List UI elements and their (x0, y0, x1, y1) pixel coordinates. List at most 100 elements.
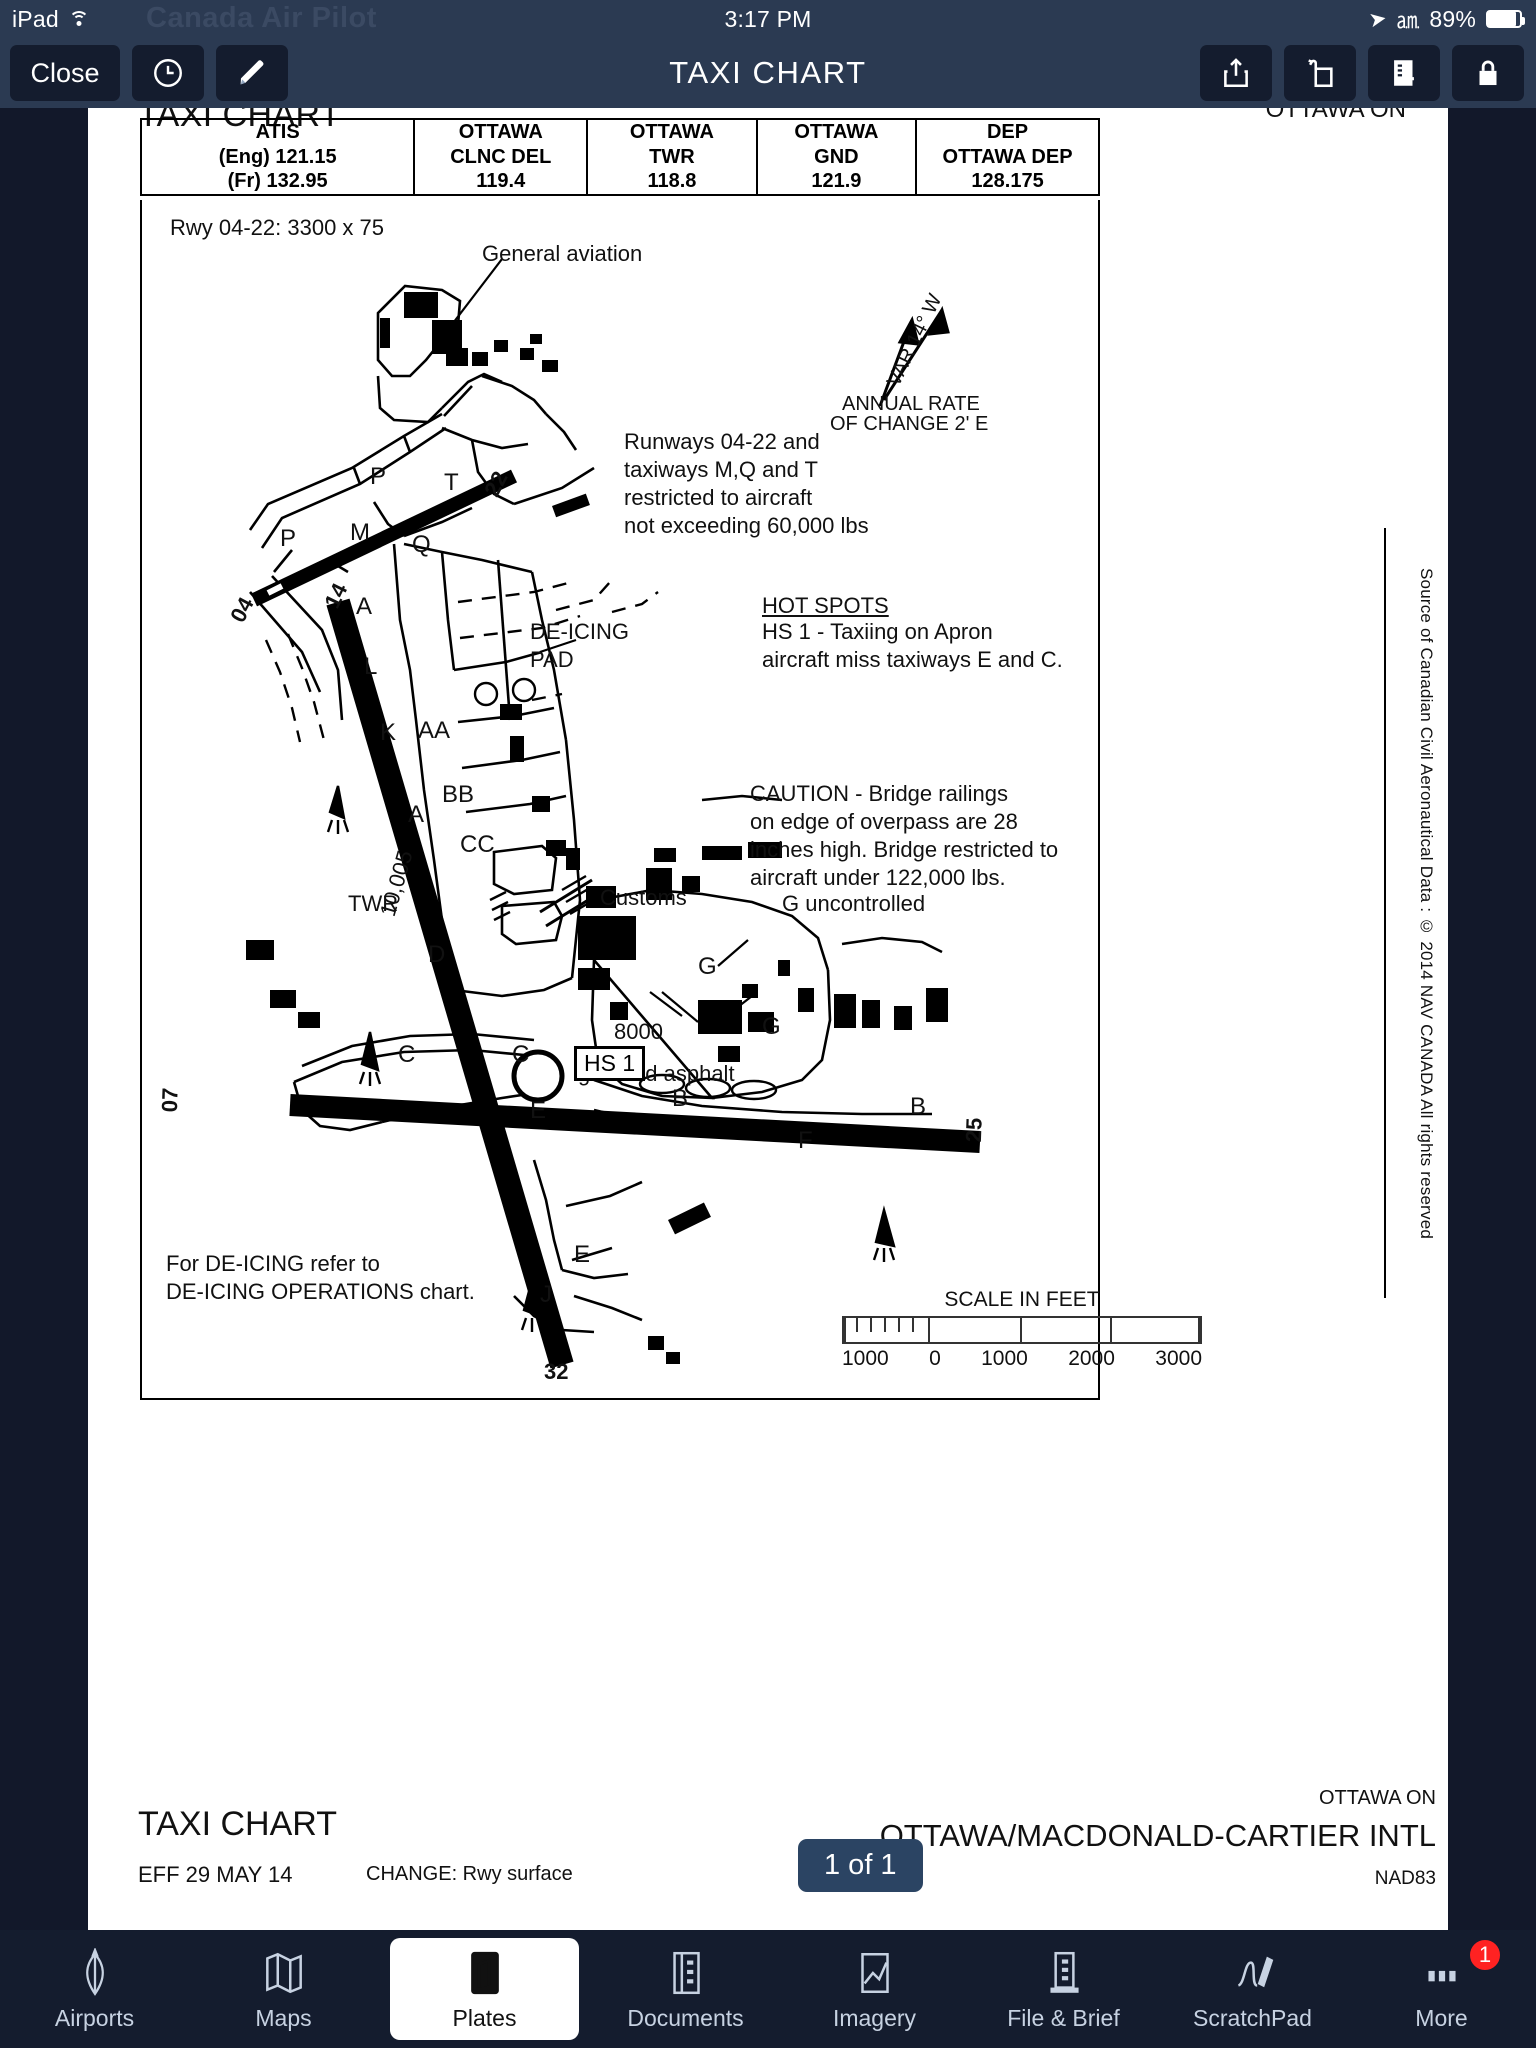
close-button[interactable]: Close (10, 45, 120, 101)
taxiway-label-K: K (380, 719, 397, 746)
taxiway-label-F: F (798, 1127, 813, 1154)
tab-documents[interactable]: Documents (591, 1930, 780, 2048)
more-badge-count: 1 (1468, 1938, 1502, 1972)
page-indicator[interactable]: 1 of 1 (798, 1839, 923, 1892)
taxiway-label-CC: CC (460, 831, 495, 858)
taxiway-label-E: E (530, 1097, 547, 1124)
footer-region: OTTAWA ON (1318, 1787, 1436, 1809)
freq-line: OTTAWA DEP (942, 145, 1073, 168)
tab-label: Maps (255, 2004, 312, 2031)
send-to-device-button[interactable] (1284, 45, 1356, 101)
tab-label: ScratchPad (1193, 2004, 1312, 2031)
freq-name: DEP (986, 121, 1029, 144)
add-to-binder-button[interactable] (1368, 45, 1440, 101)
tab-label: Plates (452, 2004, 517, 2031)
hot-spots-title: HOT SPOTS (762, 593, 889, 618)
taxiway-label-P2: P (280, 525, 297, 552)
general-aviation-label: General aviation (482, 241, 643, 266)
scratchpad-pen-icon (1230, 1947, 1276, 1999)
table-row: ATIS (Eng) 121.15 (Fr) 132.95 (142, 120, 416, 194)
freq-name: OTTAWA (629, 121, 714, 144)
lock-button[interactable] (1452, 45, 1524, 101)
freq-line: 118.8 (647, 170, 697, 193)
taxiway-label-M: M (350, 519, 370, 546)
tab-plates[interactable]: Plates (390, 1938, 579, 2040)
status-clock: 3:17 PM (724, 5, 812, 32)
chart-page[interactable]: TAXI CHART OTTAWA ON ATIS (Eng) 121.15 (… (88, 108, 1448, 1930)
airport-diagram[interactable]: Rwy 04-22: 3300 x 75 General aviation VA… (140, 200, 1202, 1400)
freq-line: (Fr) 132.95 (227, 170, 328, 193)
tab-more[interactable]: More 1 (1347, 1930, 1536, 2048)
table-row: OTTAWA CLNC DEL 119.4 (415, 120, 589, 194)
taxiway-label-A: A (356, 593, 373, 620)
freq-line: CLNC DEL (450, 145, 552, 168)
freq-line: 121.9 (811, 170, 862, 193)
tab-airports[interactable]: Airports (0, 1930, 189, 2048)
g-uncontrolled-label: G uncontrolled (782, 891, 926, 916)
runway-end-32: 32 (544, 1359, 569, 1384)
footer-change-note: CHANGE: Rwy surface (366, 1863, 573, 1885)
location-arrow-icon: ➤ (1367, 6, 1390, 32)
runway-end-25: 25 (960, 1117, 987, 1143)
hotspot-hs1-box: HS 1 (574, 1046, 646, 1081)
file-brief-icon (1041, 1947, 1087, 1999)
taxiway-label-E2: E (574, 1241, 591, 1268)
table-row: OTTAWA TWR 118.8 (588, 120, 758, 194)
scale-tick: 1000 (842, 1347, 889, 1370)
scale-bar: SCALE IN FEET 1000 0 1000 2000 3000 (842, 1288, 1202, 1371)
taxiway-label-BB: BB (442, 781, 475, 808)
taxiway-label-J: J (540, 1281, 552, 1308)
more-dots-icon (1419, 1947, 1465, 1999)
tab-scratchpad[interactable]: ScratchPad (1158, 1930, 1347, 2048)
tab-label: Documents (627, 2004, 744, 2031)
scale-tick: 1000 (981, 1347, 1028, 1370)
footer-title: TAXI CHART (138, 1805, 337, 1843)
freq-line: GND (814, 145, 859, 168)
tab-imagery[interactable]: Imagery (780, 1930, 969, 2048)
tab-label: Airports (54, 2004, 135, 2031)
scale-title: SCALE IN FEET (944, 1288, 1100, 1311)
taxiway-label-P: P (370, 463, 387, 490)
freq-name: OTTAWA (794, 121, 879, 144)
tab-label: File & Brief (1007, 2004, 1120, 2031)
taxiway-label-D: D (428, 941, 446, 968)
taxiway-label-Q: Q (412, 531, 431, 558)
scale-tick-labels: 1000 0 1000 2000 3000 (842, 1347, 1202, 1371)
bottom-tab-bar: Airports Maps Plates Documents Imagery F… (0, 1930, 1536, 2048)
taxiway-label-C2: C (512, 1041, 530, 1068)
customs-label: Customs (600, 885, 687, 910)
freq-line: (Eng) 121.15 (218, 145, 337, 168)
freq-name: ATIS (255, 121, 300, 144)
runway-length-8000: 8000 (614, 1019, 663, 1044)
scale-tick: 2000 (1068, 1347, 1115, 1370)
tab-file-brief[interactable]: File & Brief (969, 1930, 1158, 2048)
tab-maps[interactable]: Maps (189, 1930, 378, 2048)
runway-end-07: 07 (156, 1087, 183, 1113)
taxiway-label-B2: B (910, 1093, 927, 1120)
scale-tick: 3000 (1155, 1347, 1202, 1370)
plates-icon (462, 1947, 508, 1999)
map-folded-icon (261, 1947, 307, 1999)
bluetooth-icon: ㏂ (1397, 8, 1420, 33)
tab-label: Imagery (832, 2004, 917, 2031)
share-upload-button[interactable] (1200, 45, 1272, 101)
taxiway-label-T: T (444, 469, 459, 496)
freq-line: 119.4 (476, 170, 526, 193)
imagery-icon (852, 1947, 898, 1999)
source-divider (1384, 528, 1386, 1298)
footer-airport-name: OTTAWA/MACDONALD-CARTIER INTL (879, 1818, 1436, 1853)
deicing-pad-label: DE-ICING PAD (530, 619, 629, 672)
freq-line: TWR (649, 145, 695, 168)
ios-status-bar: iPad Canada Air Pilot 3:17 PM ➤ ㏂ 89% (0, 0, 1536, 38)
chart-header-region: OTTAWA ON (1265, 108, 1406, 123)
freq-line: 128.175 (971, 170, 1044, 193)
runway-restriction-note: Runways 04-22 and taxiways M,Q and T res… (624, 429, 869, 538)
battery-icon (1486, 10, 1525, 28)
taxiway-label-A2: A (408, 801, 425, 828)
taxiway-label-B: B (672, 1085, 689, 1112)
annotate-pencil-button[interactable] (216, 45, 288, 101)
chart-toolbar: Close TAXI CHART (0, 38, 1536, 108)
taxiway-label-AA: AA (418, 717, 451, 744)
clock-icon-button[interactable] (132, 45, 204, 101)
hot-spots-body: HS 1 - Taxiing on Apron aircraft miss ta… (762, 619, 1063, 672)
